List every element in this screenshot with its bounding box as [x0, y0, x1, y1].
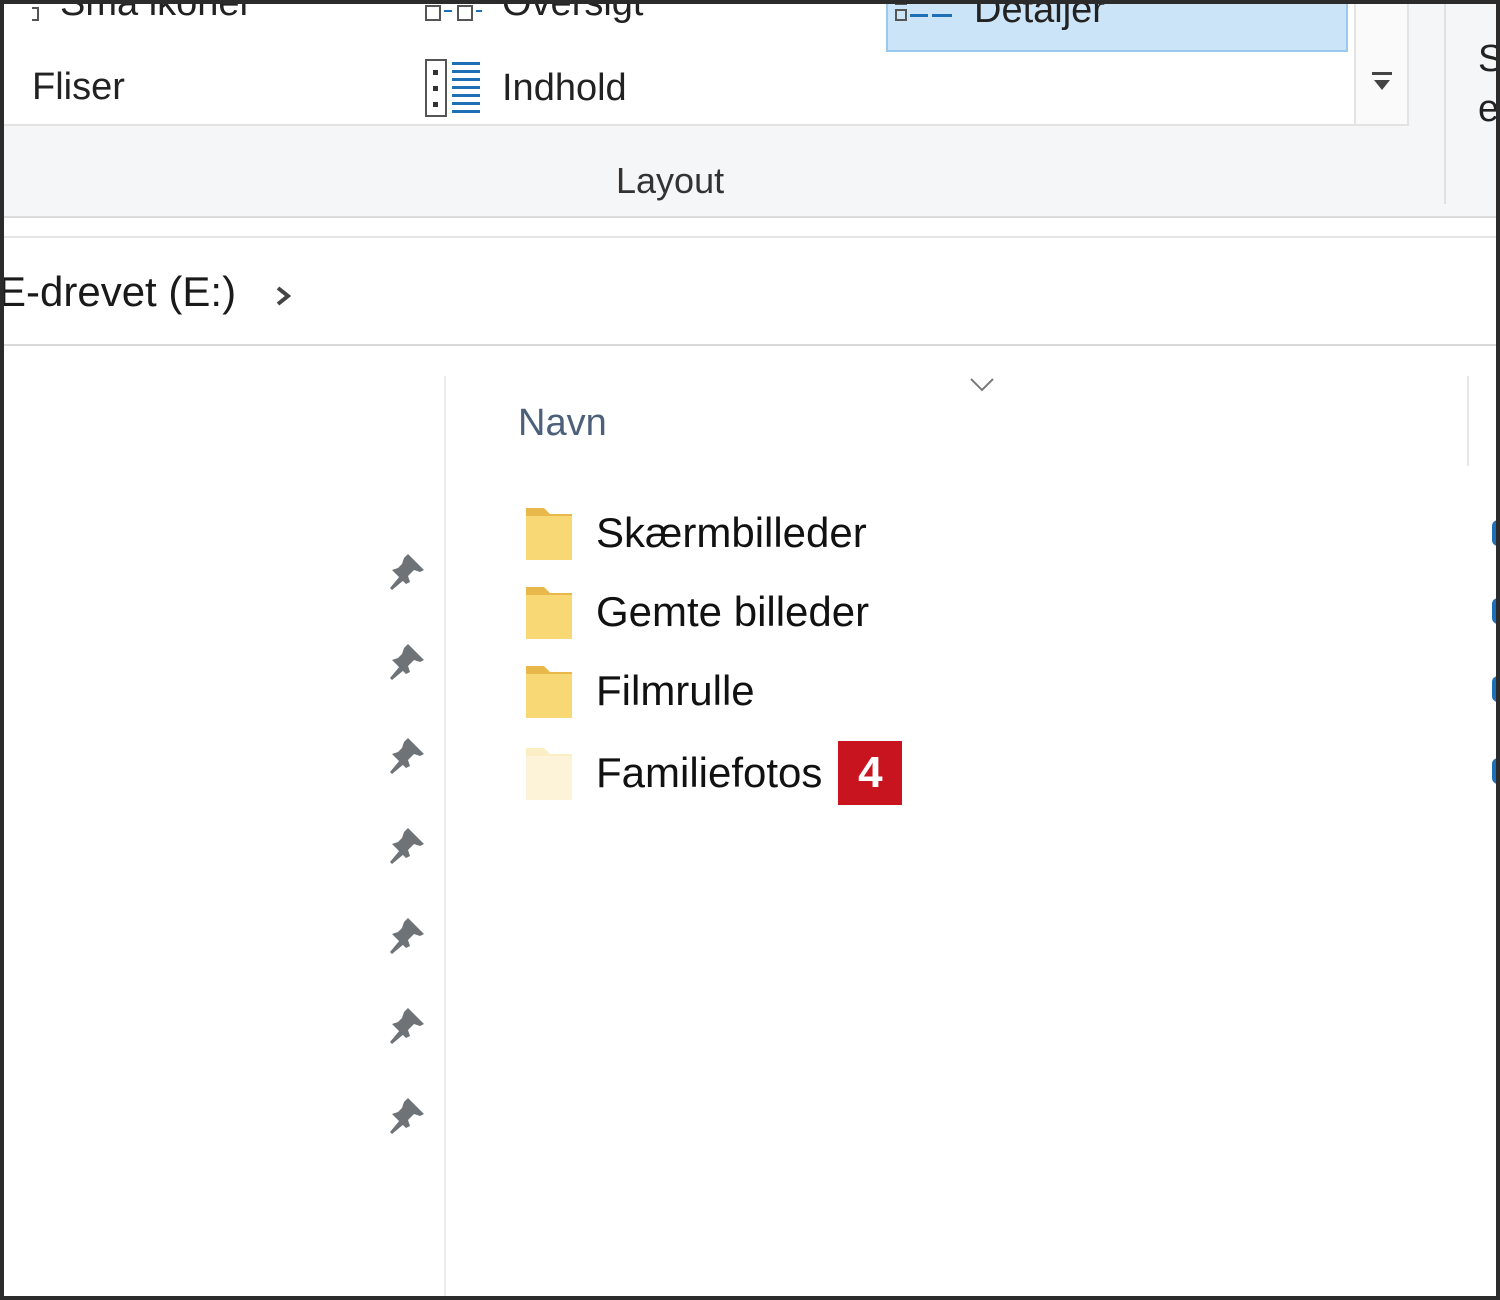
- layout-overview-label: Oversigt: [502, 4, 643, 25]
- layout-overview[interactable]: Oversigt: [424, 4, 643, 25]
- breadcrumb-drive[interactable]: E-drevet (E:): [4, 268, 236, 316]
- status-icon: [1492, 676, 1496, 702]
- pin-icon[interactable]: [388, 1094, 430, 1136]
- layout-small-icons[interactable]: Små ikoner: [32, 4, 252, 25]
- layout-tiles-label: Fliser: [32, 66, 125, 108]
- layout-small-icons-label: Små ikoner: [60, 4, 252, 25]
- file-name: Filmrulle: [596, 667, 755, 714]
- file-row[interactable]: Familiefotos 4: [522, 740, 903, 806]
- chevron-right-icon[interactable]: [272, 284, 294, 308]
- column-divider[interactable]: [1467, 376, 1469, 466]
- file-row[interactable]: Filmrulle: [522, 658, 755, 724]
- ribbon: Små ikoner Oversigt Detaljer Fliser Indh…: [4, 4, 1496, 218]
- layout-details-selected[interactable]: Detaljer: [886, 4, 1348, 52]
- layout-tiles[interactable]: Fliser: [32, 66, 125, 109]
- address-bar[interactable]: E-drevet (E:): [4, 238, 1496, 346]
- navigation-pane: [4, 348, 446, 1296]
- layout-gallery: Små ikoner Oversigt Detaljer Fliser Indh…: [4, 4, 1409, 126]
- folder-icon: [526, 748, 572, 800]
- pin-icon[interactable]: [388, 734, 430, 776]
- pin-icon[interactable]: [388, 640, 430, 682]
- pane-divider[interactable]: [444, 376, 446, 1296]
- status-icon: [1492, 520, 1496, 546]
- gallery-more-icon[interactable]: [1370, 70, 1394, 96]
- gallery-scrollbar[interactable]: [1354, 4, 1407, 124]
- folder-icon: [526, 666, 572, 718]
- step-number-badge: 4: [838, 741, 903, 805]
- column-header-name[interactable]: Navn: [518, 402, 607, 445]
- status-icon: [1492, 758, 1496, 784]
- file-name: Familiefotos: [596, 749, 823, 796]
- overview-icon: [425, 4, 482, 21]
- pin-icon[interactable]: [388, 550, 430, 592]
- pin-icon[interactable]: [388, 824, 430, 866]
- explorer-window: Små ikoner Oversigt Detaljer Fliser Indh…: [0, 0, 1500, 1300]
- folder-icon: [526, 508, 572, 560]
- layout-content-label: Indhold: [502, 66, 627, 109]
- pin-icon[interactable]: [388, 914, 430, 956]
- file-row[interactable]: Skærmbilleder: [522, 500, 867, 566]
- layout-details-label: Detaljer: [974, 4, 1105, 31]
- status-icon: [1492, 598, 1496, 624]
- folder-icon: [526, 587, 572, 639]
- file-row[interactable]: Gemte billeder: [522, 579, 869, 645]
- ribbon-group-separator: [1444, 4, 1446, 204]
- file-name: Gemte billeder: [596, 588, 870, 635]
- ribbon-cut-label-2[interactable]: e: [1478, 88, 1496, 131]
- ribbon-cut-label-1[interactable]: S: [1478, 38, 1496, 81]
- content-icon: [425, 59, 480, 117]
- small-icons-icon: [32, 6, 39, 21]
- sort-chevron-down-icon: [970, 378, 994, 392]
- details-icon: [895, 4, 952, 21]
- layout-content[interactable]: Indhold: [424, 58, 627, 118]
- pin-icon[interactable]: [388, 1004, 430, 1046]
- ribbon-group-label: Layout: [616, 160, 725, 201]
- file-name: Skærmbilleder: [596, 509, 867, 556]
